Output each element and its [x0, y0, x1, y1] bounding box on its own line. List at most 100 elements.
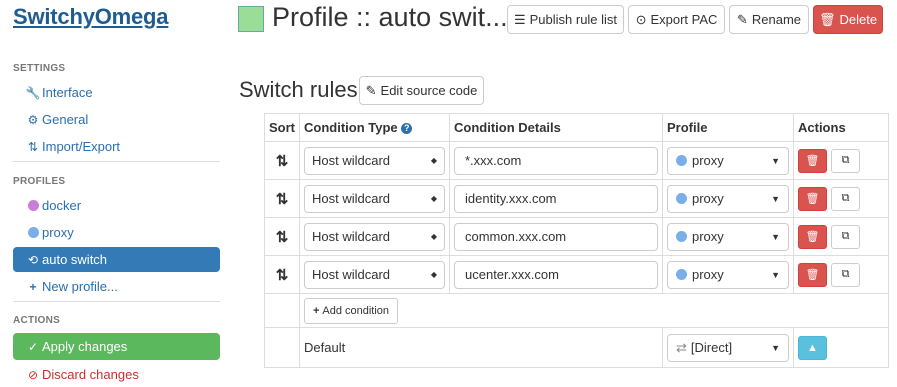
add-condition-cell: + Add condition [299, 293, 889, 328]
add-condition-row: + Add condition [264, 293, 889, 328]
profile-cell: proxy ▼ [662, 141, 794, 180]
condition-type-select[interactable]: Host wildcard ◆ [304, 184, 445, 213]
condition-details-input[interactable]: identity.xxx.com [454, 184, 658, 213]
condition-details-input[interactable]: *.xxx.com [454, 146, 658, 175]
circle-icon [676, 231, 687, 242]
actions-heading: ACTIONS [13, 315, 61, 326]
circle-icon [26, 200, 40, 211]
clone-rule-button[interactable]: ⧉ [831, 148, 860, 173]
edit-icon: ✎ [736, 11, 748, 27]
column-header-condition-details: Condition Details [449, 113, 663, 142]
sidebar-item-new-profile[interactable]: + New profile... [13, 274, 220, 299]
apply-changes-button[interactable]: ✓ Apply changes [13, 333, 220, 360]
select-value: proxy [692, 153, 724, 168]
sidebar-item-import-export[interactable]: ⇅ Import/Export [13, 134, 220, 159]
delete-rule-button[interactable]: 🗑 [798, 224, 827, 249]
table-row: ⇅ Host wildcard ◆ ucenter.xxx.com proxy … [264, 255, 889, 294]
discard-changes-label: Discard changes [42, 367, 139, 382]
direct-icon: ⇄ [676, 339, 687, 355]
condition-type-select[interactable]: Host wildcard ◆ [304, 260, 445, 289]
select-value: proxy [692, 229, 724, 244]
table-header-row: Sort Condition Type ? Condition Details … [264, 113, 889, 142]
profile-select[interactable]: proxy ▼ [667, 184, 789, 213]
sort-handle-icon[interactable]: ⇅ [264, 179, 300, 218]
chevron-up-icon: ▲ [807, 341, 818, 354]
check-circle-icon: ✓ [27, 339, 39, 354]
help-icon[interactable]: ? [401, 123, 413, 135]
select-value: Host wildcard [312, 229, 391, 244]
condition-type-select[interactable]: Host wildcard ◆ [304, 222, 445, 251]
column-label: Condition Type [304, 120, 398, 135]
export-pac-button[interactable]: ⊙ Export PAC [628, 5, 725, 34]
switch-rules-table: Sort Condition Type ? Condition Details … [264, 113, 889, 368]
condition-details-input[interactable]: common.xxx.com [454, 222, 658, 251]
delete-rule-button[interactable]: 🗑 [798, 148, 827, 173]
condition-type-cell: Host wildcard ◆ [299, 255, 450, 294]
copy-icon: ⧉ [841, 268, 850, 280]
condition-type-select[interactable]: Host wildcard ◆ [304, 146, 445, 175]
select-value: Host wildcard [312, 267, 391, 282]
default-label: Default [299, 327, 663, 368]
publish-rule-list-button[interactable]: ☰ Publish rule list [507, 5, 624, 34]
trash-icon: 🗑 [818, 11, 836, 27]
scroll-up-button[interactable]: ▲ [798, 335, 827, 360]
delete-button[interactable]: 🗑 Delete [813, 5, 883, 34]
sort-handle-icon[interactable]: ⇅ [264, 141, 300, 180]
button-label: Delete [839, 12, 878, 27]
sidebar-item-general[interactable]: ⚙ General [13, 107, 220, 132]
profile-cell: proxy ▼ [662, 217, 794, 256]
app-title[interactable]: SwitchyOmega [13, 4, 169, 30]
sort-handle-icon[interactable]: ⇅ [264, 255, 300, 294]
add-condition-button[interactable]: + Add condition [304, 297, 398, 324]
rename-button[interactable]: ✎ Rename [729, 5, 809, 34]
condition-type-cell: Host wildcard ◆ [299, 179, 450, 218]
updown-caret-icon: ◆ [430, 232, 437, 241]
plus-icon: + [29, 279, 37, 294]
profile-select[interactable]: proxy ▼ [667, 222, 789, 251]
caret-down-icon: ▼ [771, 342, 780, 353]
button-label: Publish rule list [529, 12, 618, 27]
wrench-icon: 🔧 [25, 85, 41, 100]
sidebar-item-docker[interactable]: docker [13, 193, 220, 218]
discard-icon: ⊘ [27, 367, 39, 382]
actions-cell: ▲ [793, 327, 889, 368]
sidebar-item-interface[interactable]: 🔧 Interface [13, 80, 220, 105]
actions-cell: 🗑 ⧉ [793, 179, 889, 218]
caret-down-icon: ▼ [771, 269, 780, 280]
auto-switch-icon: ⟲ [27, 252, 39, 267]
caret-down-icon: ▼ [771, 193, 780, 204]
sidebar-item-proxy[interactable]: proxy [13, 220, 220, 245]
actions-cell: 🗑 ⧉ [793, 141, 889, 180]
button-label: Add condition [322, 304, 390, 317]
condition-type-cell: Host wildcard ◆ [299, 141, 450, 180]
edit-source-code-button[interactable]: ✎ Edit source code [359, 76, 484, 105]
trash-icon: 🗑 [805, 193, 820, 205]
profile-select[interactable]: proxy ▼ [667, 260, 789, 289]
default-profile-select[interactable]: ⇄ [Direct] ▼ [667, 333, 789, 362]
select-value: Host wildcard [312, 153, 391, 168]
sidebar: SwitchyOmega SETTINGS 🔧 Interface ⚙ Gene… [0, 0, 226, 382]
condition-details-cell: common.xxx.com [449, 217, 663, 256]
button-label: Rename [751, 12, 802, 27]
sidebar-item-auto-switch[interactable]: ⟲ auto switch [13, 247, 220, 272]
sort-handle-icon[interactable]: ⇅ [264, 217, 300, 256]
sidebar-item-label: proxy [42, 225, 74, 240]
delete-rule-button[interactable]: 🗑 [798, 262, 827, 287]
column-header-actions: Actions [793, 113, 889, 142]
page-title: Profile :: auto swit... [272, 2, 508, 32]
clone-rule-button[interactable]: ⧉ [831, 224, 860, 249]
condition-details-input[interactable]: ucenter.xxx.com [454, 260, 658, 289]
select-value: [Direct] [690, 340, 733, 355]
delete-rule-button[interactable]: 🗑 [798, 186, 827, 211]
clone-rule-button[interactable]: ⧉ [831, 186, 860, 211]
edit-icon: ✎ [365, 82, 377, 98]
caret-down-icon: ▼ [771, 155, 780, 166]
circle-icon [676, 193, 687, 204]
clone-rule-button[interactable]: ⧉ [831, 262, 860, 287]
profile-select[interactable]: proxy ▼ [667, 146, 789, 175]
discard-changes-button[interactable]: ⊘ Discard changes [13, 362, 220, 387]
actions-cell: 🗑 ⧉ [793, 217, 889, 256]
download-icon: ⊙ [635, 11, 647, 27]
profile-color-swatch[interactable] [238, 6, 264, 32]
column-header-sort: Sort [264, 113, 300, 142]
